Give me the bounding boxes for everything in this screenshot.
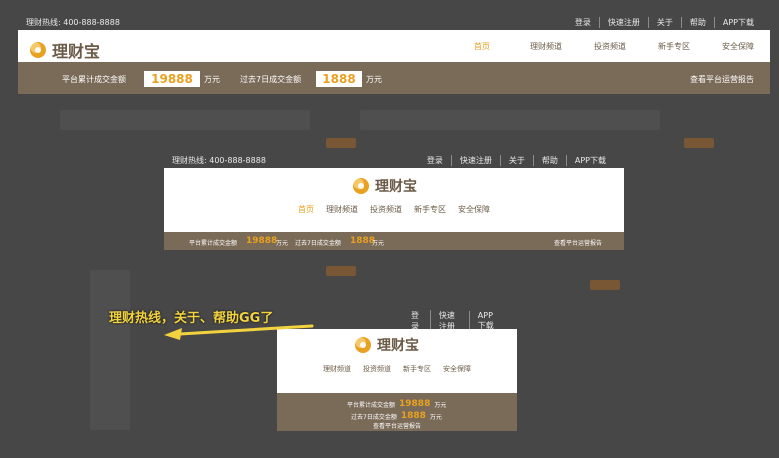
bg-ghost-block	[590, 280, 620, 290]
nav-wealth[interactable]: 理财频道	[514, 41, 578, 52]
week-label: 过去7日成交金额	[351, 413, 397, 421]
coin-logo-icon	[355, 337, 371, 353]
nav-newbie[interactable]: 新手专区	[403, 364, 431, 374]
main-nav: 首页 理财频道 投资频道 新手专区 安全保障	[450, 30, 770, 62]
total-label: 平台累计成交金额	[347, 401, 396, 409]
stats-bar: 平台累计成交金额 19888 万元 过去7日成交金额 1888 万元 查看平台运…	[164, 232, 624, 250]
coin-logo-icon	[30, 42, 46, 58]
unit-label: 万元	[372, 240, 385, 247]
unit-label: 万元	[434, 401, 447, 409]
report-link[interactable]: 查看平台运营报告	[554, 238, 602, 247]
nav-security[interactable]: 安全保障	[458, 204, 490, 215]
total-value: 19888	[144, 71, 200, 87]
arrow-left-icon	[164, 324, 314, 340]
top-link-login[interactable]: 登录	[567, 17, 599, 28]
hotline-text: 理财热线: 400-888-8888	[26, 17, 120, 27]
top-link-help[interactable]: 帮助	[680, 16, 714, 28]
nav-wealth[interactable]: 理财频道	[323, 364, 351, 374]
unit-label: 万元	[204, 75, 220, 84]
logo-text: 理财宝	[375, 179, 417, 195]
main-nav-bar: 理财宝 首页 理财频道 投资频道 新手专区 安全保障	[164, 168, 624, 232]
header-panel-medium: 理财热线: 400-888-8888 登录 快速注册 关于 帮助 APP下载 理…	[164, 153, 624, 250]
top-link-register[interactable]: 快速注册	[450, 155, 500, 166]
top-utility-bar: 理财热线: 400-888-8888 登录 快速注册 关于 帮助 APP下载	[164, 153, 624, 168]
top-links: 登录 快速注册 关于 帮助 APP下载	[419, 155, 614, 166]
bg-ghost-block	[326, 266, 356, 276]
site-logo[interactable]: 理财宝	[353, 176, 417, 196]
unit-label: 万元	[366, 75, 382, 84]
top-link-help[interactable]: 帮助	[532, 155, 566, 166]
main-nav-bar: 理财宝 首页 理财频道 投资频道 新手专区 安全保障	[18, 30, 770, 62]
nav-newbie[interactable]: 新手专区	[414, 204, 446, 215]
total-label: 平台累计成交金额	[189, 240, 238, 247]
nav-invest[interactable]: 投资频道	[370, 204, 402, 215]
main-nav: 理财频道 投资频道 新手专区 安全保障	[277, 364, 517, 374]
top-link-about[interactable]: 关于	[499, 155, 533, 166]
bg-ghost-block	[684, 138, 714, 148]
nav-newbie[interactable]: 新手专区	[642, 41, 706, 52]
stats-bar: 平台累计成交金额 19888 万元 过去7日成交金额 1888 万元 查看平台运…	[277, 393, 517, 431]
bg-ghost-block	[90, 270, 130, 430]
bg-ghost-block	[326, 138, 356, 148]
nav-invest[interactable]: 投资频道	[578, 41, 642, 52]
nav-invest[interactable]: 投资频道	[363, 364, 391, 374]
site-logo[interactable]: 理财宝	[355, 335, 419, 355]
report-link[interactable]: 查看平台运营报告	[690, 74, 754, 85]
week-label: 过去7日成交金额	[295, 240, 341, 247]
top-links: 登录 快速注册 关于 帮助 APP下载	[567, 16, 762, 28]
total-value: 19888	[246, 236, 278, 246]
bg-ghost-block	[360, 110, 660, 130]
top-link-app-download[interactable]: APP下载	[565, 155, 614, 166]
week-value: 1888	[400, 411, 426, 421]
top-link-about[interactable]: 关于	[647, 16, 681, 28]
unit-label: 万元	[276, 240, 289, 247]
bg-ghost-block	[60, 110, 310, 130]
nav-security[interactable]: 安全保障	[443, 364, 471, 374]
week-row: 过去7日成交金额 1888 万元	[351, 411, 442, 421]
header-panel-wide: 理财热线: 400-888-8888 登录 快速注册 关于 帮助 APP下载 理…	[18, 14, 770, 94]
logo-text: 理财宝	[52, 42, 101, 61]
report-link[interactable]: 查看平台运营报告	[277, 421, 517, 430]
total-value: 19888	[399, 399, 431, 409]
nav-wealth[interactable]: 理财频道	[326, 204, 358, 215]
top-utility-bar: 理财热线: 400-888-8888 登录 快速注册 关于 帮助 APP下载	[18, 14, 770, 30]
coin-logo-icon	[353, 178, 369, 194]
week-value: 1888	[316, 71, 362, 87]
top-link-app-download[interactable]: APP下载	[468, 311, 507, 331]
total-row: 平台累计成交金额 19888 万元	[347, 399, 446, 409]
nav-home[interactable]: 首页	[450, 41, 514, 52]
main-nav: 首页 理财频道 投资频道 新手专区 安全保障	[164, 204, 624, 215]
site-logo[interactable]: 理财宝	[30, 38, 100, 62]
nav-security[interactable]: 安全保障	[706, 41, 770, 52]
top-link-login[interactable]: 登录	[419, 155, 451, 166]
top-link-register[interactable]: 快速注册	[598, 16, 648, 28]
logo-text: 理财宝	[377, 338, 419, 354]
unit-label: 万元	[429, 413, 442, 421]
nav-home[interactable]: 首页	[298, 204, 314, 215]
week-label: 过去7日成交金额	[240, 75, 302, 84]
total-label: 平台累计成交金额	[62, 75, 126, 84]
hotline-text: 理财热线: 400-888-8888	[172, 156, 266, 165]
stats-bar: 平台累计成交金额 19888 万元 过去7日成交金额 1888 万元 查看平台运…	[18, 62, 770, 94]
top-link-app-download[interactable]: APP下载	[713, 16, 762, 28]
